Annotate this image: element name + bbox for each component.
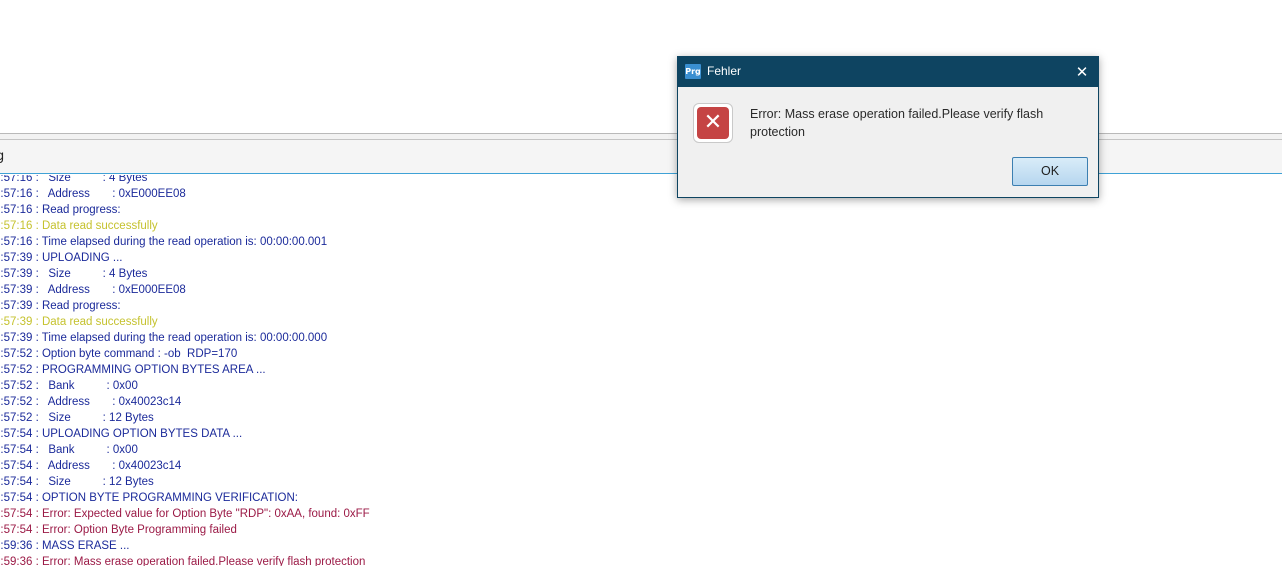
log-line: 5:59:36 : Error: Mass erase operation fa… <box>0 556 366 566</box>
log-line: 5:57:16 : Read progress: <box>0 204 121 216</box>
dialog-title: Fehler <box>707 64 742 78</box>
log-line: 5:57:39 : Read progress: <box>0 300 121 312</box>
log-line: 5:57:54 : UPLOADING OPTION BYTES DATA ..… <box>0 428 243 440</box>
ok-button[interactable]: OK <box>1012 157 1088 186</box>
app-icon: Prg <box>685 64 701 79</box>
log-line: 5:57:54 : Bank : 0x00 <box>0 444 138 456</box>
log-line: 5:57:54 : Size : 12 Bytes <box>0 476 154 488</box>
log-line: 5:57:39 : Size : 4 Bytes <box>0 268 148 280</box>
log-line: 5:57:16 : Data read successfully <box>0 220 158 232</box>
log-line: 5:57:52 : Bank : 0x00 <box>0 380 138 392</box>
log-line: 5:57:16 : Size : 4 Bytes <box>0 175 148 184</box>
log-output-area[interactable]: 5:57:16 : Size : 4 Bytes 5:57:16 : Addres… <box>0 175 1282 566</box>
log-line: 5:57:39 : Address : 0xE000EE08 <box>0 284 186 296</box>
log-list: 5:57:16 : Size : 4 Bytes 5:57:16 : Addres… <box>0 175 370 566</box>
dialog-titlebar[interactable]: Prg Fehler ✕ <box>678 57 1098 87</box>
log-line: 5:57:54 : Error: Expected value for Opti… <box>0 508 370 520</box>
log-line: 5:57:16 : Time elapsed during the read o… <box>0 236 328 248</box>
close-icon[interactable]: ✕ <box>1072 62 1092 82</box>
log-line: 5:57:39 : UPLOADING ... <box>0 252 123 264</box>
dialog-message: Error: Mass erase operation failed.Pleas… <box>750 107 1044 139</box>
log-panel-title: g <box>0 149 5 164</box>
log-line: 5:59:36 : MASS ERASE ... <box>0 540 130 552</box>
log-line: 5:57:52 : Address : 0x40023c14 <box>0 396 182 408</box>
log-line: 5:57:52 : Size : 12 Bytes <box>0 412 154 424</box>
log-line: 5:57:52 : Option byte command : -ob RDP=… <box>0 348 238 360</box>
error-x-glyph: ✕ <box>697 107 729 139</box>
log-line: 5:57:54 : Address : 0x40023c14 <box>0 460 182 472</box>
log-line: 5:57:16 : Address : 0xE000EE08 <box>0 188 186 200</box>
error-dialog: Prg Fehler ✕ ✕ Error: Mass erase operati… <box>677 56 1099 198</box>
error-x-icon: ✕ <box>693 103 733 143</box>
log-line: 5:57:39 : Time elapsed during the read o… <box>0 332 328 344</box>
log-line: 5:57:52 : PROGRAMMING OPTION BYTES AREA … <box>0 364 266 376</box>
log-line: 5:57:39 : Data read successfully <box>0 316 158 328</box>
log-line: 5:57:54 : OPTION BYTE PROGRAMMING VERIFI… <box>0 492 298 504</box>
log-line: 5:57:54 : Error: Option Byte Programming… <box>0 524 237 536</box>
